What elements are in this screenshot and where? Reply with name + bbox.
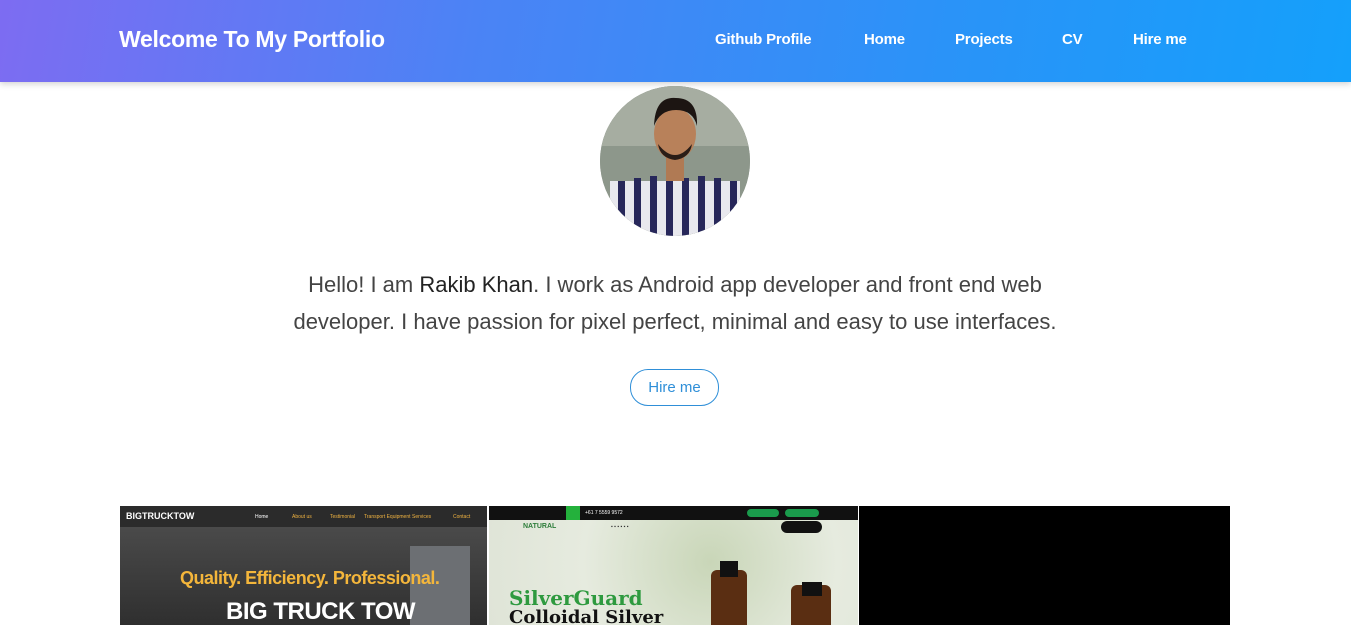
project-nav: ▪ ▪ ▪ ▪ ▪ ▪ <box>611 524 629 530</box>
nav-projects[interactable]: Projects <box>955 31 1013 48</box>
project-title: BIG TRUCK TOW <box>226 598 416 625</box>
project-pill-button <box>747 509 779 517</box>
project-menu-item: Services <box>412 514 432 520</box>
project-card-bigtrucktow[interactable]: BIGTRUCKTOW Home About us Testimonial Tr… <box>120 506 487 625</box>
nav-cv[interactable]: CV <box>1062 31 1083 48</box>
project-logo: BIGTRUCKTOW <box>126 511 195 521</box>
project-card-silverguard[interactable]: +61 7 5559 9572 NATURAL ▪ ▪ ▪ ▪ ▪ ▪ Silv… <box>489 506 858 625</box>
project-menu-item: Contact <box>453 514 471 520</box>
bottle-cap <box>802 582 822 596</box>
nav-github-profile[interactable]: Github Profile <box>715 31 812 48</box>
project-menu-item: Testimonial <box>330 514 356 520</box>
profile-avatar <box>600 86 750 236</box>
project-phone: +61 7 5559 9572 <box>585 510 623 516</box>
project-brand: NATURAL <box>523 523 557 530</box>
project-menu-item: Home <box>255 514 269 520</box>
hire-me-button[interactable]: Hire me <box>630 369 719 406</box>
project-subheading: Colloidal Silver <box>509 607 664 625</box>
nav-home[interactable]: Home <box>864 31 905 48</box>
project-menu-item: Transport Equipment <box>364 514 411 520</box>
project-gallery: BIGTRUCKTOW Home About us Testimonial Tr… <box>120 506 1230 625</box>
project-menu-item: About us <box>292 514 312 520</box>
project-card-3[interactable] <box>859 506 1230 625</box>
profile-photo-illustration <box>600 86 750 236</box>
top-navbar: Welcome To My Portfolio Github Profile H… <box>0 0 1351 82</box>
project-tagline: Quality. Efficiency. Professional. <box>180 568 440 588</box>
nav-hire-me[interactable]: Hire me <box>1133 31 1187 48</box>
whatsapp-icon <box>566 506 580 520</box>
bottle-cap <box>720 561 738 577</box>
intro-text-before: Hello! I am <box>308 272 420 297</box>
project-cta-button <box>781 521 822 533</box>
intro-text: Hello! I am Rakib Khan. I work as Androi… <box>270 266 1080 340</box>
bottle-image <box>711 570 747 625</box>
project-pill-button <box>785 509 819 517</box>
intro-name: Rakib Khan <box>419 272 534 297</box>
nav-links: Github Profile Home Projects CV Hire me <box>0 31 1351 53</box>
